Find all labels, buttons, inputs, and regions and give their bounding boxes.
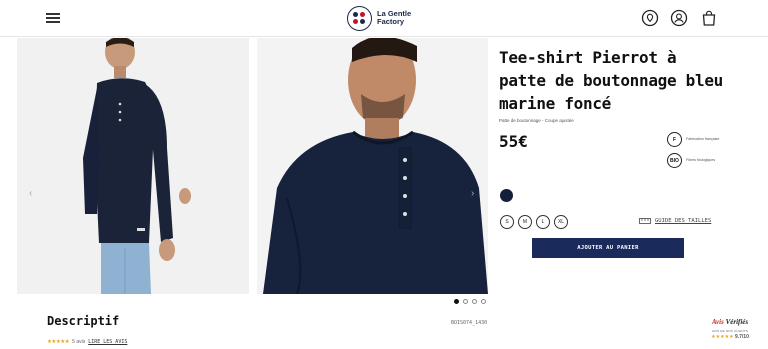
verified-reviews-logo: Avis Vérifiés [711,318,749,326]
cart-bag-icon[interactable] [700,9,718,27]
size-guide-label: GUIDE DES TAILLES [655,217,712,224]
menu-icon[interactable] [46,12,60,24]
size-guide-link[interactable]: GUIDE DES TAILLES [639,217,711,224]
site-header: La Gentle Factory [0,0,768,37]
gallery-dot[interactable] [463,299,468,304]
product-photo-full-body[interactable]: ‹ [17,38,249,294]
factory-icon: F [667,132,682,147]
product-title: Tee-shirt Pierrot à patte de boutonnage … [499,48,723,113]
size-option-l[interactable]: L [536,215,550,229]
product-photo-closeup[interactable]: › [257,38,488,294]
size-option-s[interactable]: S [500,215,514,229]
read-reviews-link[interactable]: LIRE LES AVIS [88,339,127,345]
gallery-pagination [454,299,486,304]
gallery-dot[interactable] [481,299,486,304]
description-heading: Descriptif [47,314,120,328]
organic-badge: BIO Fibres biologiques [667,153,726,168]
gallery-dot[interactable] [454,299,459,304]
logo-mark-icon [347,5,372,31]
rating-stars: ★★★★★ [47,339,70,345]
product-reference: BOIS074_1430 [451,320,488,326]
bio-icon: BIO [667,153,682,168]
next-image-icon[interactable]: › [471,188,474,199]
made-in-france-badge: F Fabrication française [667,132,726,147]
badge-label: Fabrication française [686,137,720,141]
review-count: 5 avis [72,339,86,345]
account-icon[interactable] [670,9,688,27]
size-selector: S M L XL [500,215,568,229]
verified-reviews-widget[interactable]: Avis Vérifiés AVIS DE NOS CLIENTS ★★★★★ … [692,318,768,349]
brand-logo[interactable]: La Gentle Factory [347,5,425,31]
add-to-cart-button[interactable]: AJOUTER AU PANIER [532,238,684,258]
previous-image-icon[interactable]: ‹ [29,188,32,199]
verified-reviews-tagline: AVIS DE NOS CLIENTS [711,329,749,333]
ruler-icon [639,218,651,224]
size-option-m[interactable]: M [518,215,532,229]
store-location-icon[interactable] [641,9,659,27]
size-option-xl[interactable]: XL [554,215,568,229]
product-subtitle: Patte de boutonnage - Coupe ajustée [499,118,574,123]
gallery-dot[interactable] [472,299,477,304]
color-swatch-navy[interactable] [500,189,513,202]
logo-text: La Gentle Factory [377,9,412,26]
review-summary: ★★★★★ 5 avis LIRE LES AVIS [47,339,127,345]
product-price: 55€ [499,132,528,151]
badge-label: Fibres biologiques [686,158,716,162]
verified-reviews-score: ★★★★★ 9.7/10 [711,334,749,340]
